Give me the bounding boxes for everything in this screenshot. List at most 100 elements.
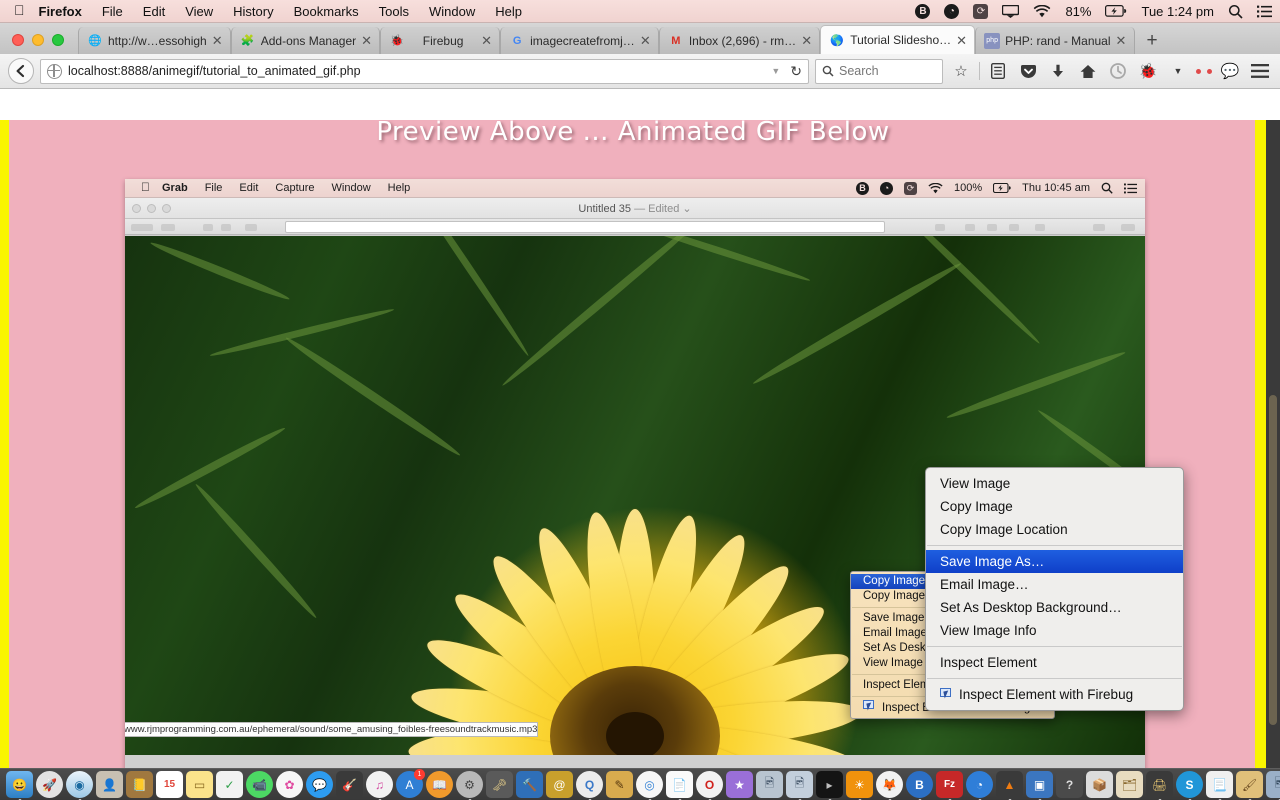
reminders-icon[interactable]: ✓ — [216, 771, 243, 798]
firebug-dropdown-icon[interactable]: ▼ — [1166, 59, 1190, 83]
wifi-icon[interactable] — [1033, 4, 1051, 18]
menu-item-window[interactable]: Window — [429, 4, 475, 19]
notification-center-icon[interactable] — [1257, 5, 1272, 18]
notes-brown-icon[interactable]: 📒 — [126, 771, 153, 798]
menu-item-view[interactable]: View — [185, 4, 213, 19]
finder-icon[interactable]: 😀 — [6, 771, 33, 798]
script-editor-icon[interactable]: ✎ — [606, 771, 633, 798]
terminal-icon[interactable]: ▸ — [816, 771, 843, 798]
apple-menu-icon[interactable]:  — [14, 3, 25, 17]
reload-button[interactable]: ↻ — [786, 63, 802, 80]
downloads-icon[interactable] — [1046, 59, 1070, 83]
tab-2[interactable]: 🐞 Firebug ✕ — [380, 27, 501, 54]
safari-icon[interactable]: ◉ — [66, 771, 93, 798]
scrollbar-thumb[interactable] — [1269, 395, 1277, 725]
skype-icon[interactable]: S — [1176, 771, 1203, 798]
launchpad-icon[interactable]: 🚀 — [36, 771, 63, 798]
quicktime-icon[interactable]: Q — [576, 771, 603, 798]
pages-icon[interactable]: 📃 — [1206, 771, 1233, 798]
pocket-icon[interactable] — [1016, 59, 1040, 83]
hamburger-menu-icon[interactable] — [1248, 59, 1272, 83]
menu-item-copy-image-location[interactable]: Copy Image Location — [926, 518, 1183, 541]
zoom-window-button[interactable] — [52, 34, 64, 46]
menu-item-edit[interactable]: Edit — [143, 4, 165, 19]
cyberduck-icon[interactable]: ◔ — [966, 771, 993, 798]
tab-close-icon[interactable]: ✕ — [956, 34, 968, 47]
bartender-icon[interactable]: B — [915, 3, 931, 19]
firebug-toolbar-icon[interactable]: 🐞 — [1136, 59, 1160, 83]
keychain-icon[interactable]: 🗝 — [486, 771, 513, 798]
chrome-icon[interactable]: ◎ — [636, 771, 663, 798]
garageband-icon[interactable]: 🎸 — [336, 771, 363, 798]
spotlight-search-icon[interactable] — [1228, 4, 1243, 19]
help-icon[interactable]: ? — [1056, 771, 1083, 798]
menu-item-firefox[interactable]: Firefox — [39, 4, 82, 19]
opera-icon[interactable]: O — [696, 771, 723, 798]
xcode-icon[interactable]: 🔨 — [516, 771, 543, 798]
menu-item-view-image[interactable]: View Image — [926, 472, 1183, 495]
tab-close-icon[interactable]: ✕ — [212, 34, 224, 47]
tab-5-active[interactable]: 🌎 Tutorial Slidesho… ✕ — [820, 25, 976, 54]
contacts-icon[interactable]: 👤 — [96, 771, 123, 798]
package-icon[interactable]: 📦 — [1086, 771, 1113, 798]
tab-3[interactable]: G imagecreatefromj… ✕ — [500, 27, 659, 54]
tab-close-icon[interactable]: ✕ — [801, 34, 813, 47]
tab-1[interactable]: 🧩 Add-ons Manager ✕ — [230, 27, 381, 54]
tab-close-icon[interactable]: ✕ — [640, 34, 652, 47]
vlc-icon[interactable]: ▲ — [996, 771, 1023, 798]
avast-icon[interactable]: ☀ — [846, 771, 873, 798]
tab-4[interactable]: M Inbox (2,696) - rm… ✕ — [658, 27, 821, 54]
close-window-button[interactable] — [12, 34, 24, 46]
photo-booth-icon[interactable]: ★ — [726, 771, 753, 798]
textedit-icon[interactable]: 📄 — [666, 771, 693, 798]
menu-item-tools[interactable]: Tools — [379, 4, 409, 19]
photos-icon[interactable]: ✿ — [276, 771, 303, 798]
ibooks-icon[interactable]: 📖 — [426, 771, 453, 798]
new-tab-button[interactable]: + — [1135, 31, 1168, 54]
menu-item-inspect-element-firebug[interactable]: Inspect Element with Firebug — [926, 683, 1183, 706]
printer-icon[interactable]: 🖨 — [1146, 771, 1173, 798]
menu-item-history[interactable]: History — [233, 4, 273, 19]
page-vertical-scrollbar[interactable] — [1266, 120, 1280, 768]
timemachine-icon[interactable]: ◔ — [944, 3, 960, 19]
tab-0[interactable]: 🌐 http://w…essohigh ✕ — [78, 27, 231, 54]
menu-item-save-image-as[interactable]: Save Image As… — [926, 550, 1183, 573]
filezilla-icon[interactable]: Fz — [936, 771, 963, 798]
image-capture-icon[interactable]: 🖻 — [786, 771, 813, 798]
battery-percent[interactable]: 81% — [1065, 4, 1091, 19]
tab-close-icon[interactable]: ✕ — [1116, 34, 1128, 47]
system-prefs-icon[interactable]: ⚙ — [456, 771, 483, 798]
tab-close-icon[interactable]: ✕ — [481, 34, 493, 47]
firebug-blue-icon[interactable]: B — [906, 771, 933, 798]
calendar-icon[interactable]: 15 — [156, 771, 183, 798]
minimize-window-button[interactable] — [32, 34, 44, 46]
messages-icon[interactable]: 💬 — [306, 771, 333, 798]
menu-item-bookmarks[interactable]: Bookmarks — [294, 4, 359, 19]
context-menu-foreground[interactable]: View Image Copy Image Copy Image Locatio… — [925, 467, 1184, 711]
preview-icon[interactable]: 🖻 — [756, 771, 783, 798]
menu-item-help[interactable]: Help — [495, 4, 522, 19]
menu-item-inspect-element[interactable]: Inspect Element — [926, 651, 1183, 674]
chat-bubble-icon[interactable]: 💬 — [1218, 59, 1242, 83]
menu-item-view-image-info[interactable]: View Image Info — [926, 619, 1183, 642]
home-icon[interactable] — [1076, 59, 1100, 83]
sync-icon[interactable] — [1106, 59, 1130, 83]
firefox-icon[interactable]: 🦊 — [876, 771, 903, 798]
search-bar[interactable]: Search — [815, 58, 943, 84]
bookmark-star-icon[interactable]: ☆ — [949, 59, 973, 83]
battery-icon[interactable] — [1105, 5, 1127, 17]
menu-item-set-as-desktop-background[interactable]: Set As Desktop Background… — [926, 596, 1183, 619]
menu-item-file[interactable]: File — [102, 4, 123, 19]
airplay-icon[interactable] — [1002, 4, 1020, 18]
menu-item-email-image[interactable]: Email Image… — [926, 573, 1183, 596]
slideshow-icon[interactable]: 🖻 — [1266, 771, 1280, 798]
notes-icon[interactable]: ▭ — [186, 771, 213, 798]
url-bar[interactable]: localhost:8888/animegif/tutorial_to_anim… — [40, 58, 809, 84]
app-store-icon[interactable]: A1 — [396, 769, 425, 798]
reader-list-icon[interactable] — [986, 59, 1010, 83]
facetime-icon[interactable]: 📹 — [246, 771, 273, 798]
menubar-clock[interactable]: Tue 1:24 pm — [1141, 4, 1214, 19]
back-button[interactable] — [8, 58, 34, 84]
app-blue-icon[interactable]: ▣ — [1026, 771, 1053, 798]
url-history-dropdown-icon[interactable]: ▼ — [771, 66, 780, 76]
